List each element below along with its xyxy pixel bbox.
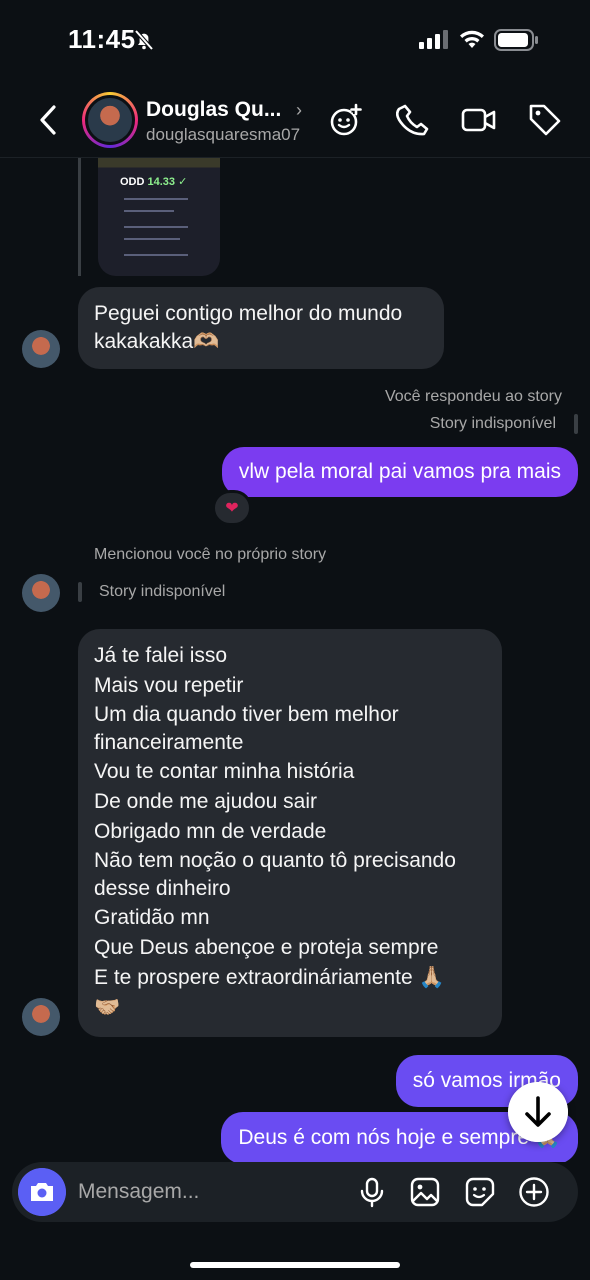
message-line: Não tem noção o quanto tô precisando bbox=[94, 849, 456, 872]
message-line: 🤝🏼 bbox=[94, 996, 121, 1019]
signal-icon bbox=[419, 30, 448, 49]
scroll-down-button[interactable] bbox=[508, 1082, 568, 1142]
contact-name[interactable]: Douglas Qu... bbox=[146, 98, 281, 122]
message-line: Obrigado mn de verdade bbox=[94, 820, 327, 843]
heart-reaction[interactable]: ❤ bbox=[212, 490, 252, 526]
message-line: Vou te contar minha história bbox=[94, 760, 355, 783]
effects-icon[interactable] bbox=[328, 102, 364, 138]
sticker-icon[interactable] bbox=[464, 1176, 496, 1208]
video-icon[interactable] bbox=[461, 102, 497, 138]
status-bar: 11:45 bbox=[0, 0, 590, 80]
message-line: Um dia quando tiver bem melhor bbox=[94, 703, 399, 726]
contact-username[interactable]: douglasquaresma07 bbox=[146, 125, 300, 145]
bell-off-icon bbox=[134, 29, 154, 51]
phone-icon[interactable] bbox=[396, 102, 432, 138]
chevron-right-icon[interactable]: › bbox=[296, 100, 302, 121]
add-icon[interactable] bbox=[518, 1176, 550, 1208]
message-line: Gratidão mn bbox=[94, 906, 210, 929]
story-thumbnail[interactable]: ODD 14.33 ✓ bbox=[98, 158, 220, 276]
odd-label: ODD bbox=[120, 176, 145, 188]
message-line: kakakakka🫶🏼 bbox=[94, 330, 220, 353]
gallery-icon[interactable] bbox=[409, 1176, 441, 1208]
battery-icon bbox=[494, 29, 538, 51]
story-reply-line bbox=[78, 158, 81, 276]
camera-button[interactable] bbox=[18, 1168, 66, 1216]
message-composer bbox=[12, 1162, 578, 1222]
odd-value: 14.33 ✓ bbox=[147, 176, 188, 188]
sender-avatar[interactable] bbox=[22, 330, 60, 368]
quote-bar bbox=[78, 582, 82, 602]
mention-meta: Mencionou você no próprio story bbox=[94, 546, 327, 563]
heart-icon: ❤ bbox=[225, 500, 239, 517]
wifi-icon bbox=[460, 30, 484, 48]
story-unavailable-label: Story indisponível bbox=[429, 415, 556, 432]
home-indicator bbox=[190, 1262, 400, 1268]
message-line: Já te falei isso bbox=[94, 644, 228, 667]
message-line: Peguei contigo melhor do mundo bbox=[94, 302, 403, 325]
chat-header: Douglas Qu... › douglasquaresma07 bbox=[0, 80, 590, 158]
microphone-icon[interactable] bbox=[356, 1176, 388, 1208]
contact-avatar[interactable] bbox=[82, 92, 138, 148]
message-line: desse dinheiro bbox=[94, 877, 231, 900]
incoming-message[interactable]: Peguei contigo melhor do mundo kakakakka… bbox=[78, 287, 444, 369]
outgoing-message[interactable]: vlw pela moral pai vamos pra mais bbox=[221, 447, 578, 497]
message-input[interactable] bbox=[78, 1178, 328, 1206]
status-time: 11:45 bbox=[68, 24, 136, 54]
message-line: Mais vou repetir bbox=[94, 674, 244, 697]
sender-avatar[interactable] bbox=[22, 998, 60, 1036]
message-text: vlw pela moral pai vamos pra mais bbox=[238, 460, 561, 483]
reply-meta: Você respondeu ao story bbox=[384, 388, 562, 405]
tag-icon[interactable] bbox=[527, 102, 563, 138]
story-unavailable-label: Story indisponível bbox=[99, 583, 226, 600]
message-line: financeiramente bbox=[94, 731, 244, 754]
incoming-message[interactable]: Já te falei isso Mais vou repetir Um dia… bbox=[78, 629, 502, 1037]
sender-avatar[interactable] bbox=[22, 574, 60, 612]
quote-bar bbox=[574, 414, 578, 434]
message-line: E te prospere extraordináriamente 🙏🏼 bbox=[94, 966, 445, 989]
message-line: Que Deus abençoe e proteja sempre bbox=[94, 936, 439, 959]
message-line: De onde me ajudou sair bbox=[94, 790, 317, 813]
back-button[interactable] bbox=[34, 102, 64, 138]
